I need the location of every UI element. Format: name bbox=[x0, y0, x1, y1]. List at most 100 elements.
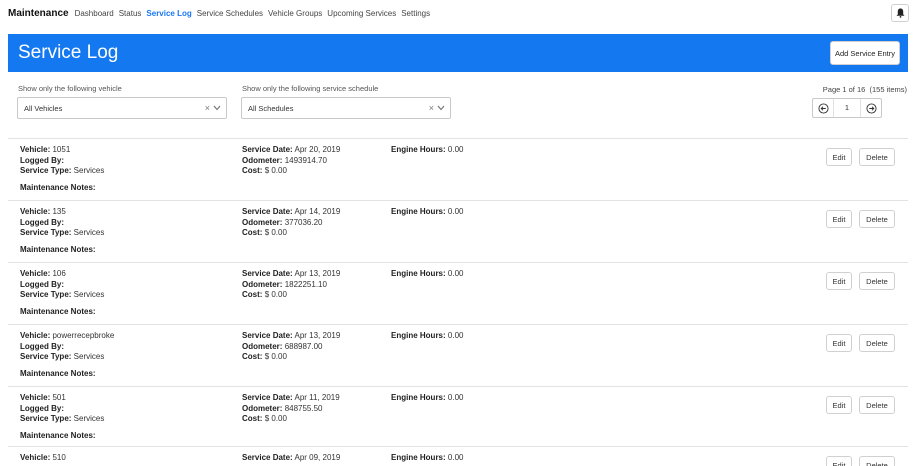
chevron-down-icon[interactable] bbox=[213, 105, 221, 111]
vehicle-label: Vehicle: bbox=[20, 393, 51, 402]
service-date-label: Service Date: bbox=[242, 145, 293, 154]
odometer-label: Odometer: bbox=[242, 217, 283, 227]
service-entry-row: Vehicle: 135 Logged By: Service Type: Se… bbox=[8, 200, 908, 262]
delete-button[interactable]: Delete bbox=[859, 334, 895, 352]
nav-upcoming-services[interactable]: Upcoming Services bbox=[327, 9, 396, 18]
top-nav: Maintenance Dashboard Status Service Log… bbox=[0, 0, 915, 26]
nav-settings[interactable]: Settings bbox=[401, 9, 430, 18]
odometer-label: Odometer: bbox=[242, 341, 283, 351]
engine-hours-label: Engine Hours: bbox=[391, 331, 446, 340]
clear-icon[interactable]: × bbox=[205, 103, 210, 113]
maintenance-notes-label: Maintenance Notes: bbox=[20, 245, 96, 254]
service-type-value: Services bbox=[73, 166, 105, 175]
chevron-down-icon[interactable] bbox=[437, 105, 445, 111]
service-type-value: Services bbox=[73, 228, 105, 237]
engine-hours-value: 0.00 bbox=[447, 269, 464, 278]
engine-hours-value: 0.00 bbox=[447, 331, 464, 340]
edit-button[interactable]: Edit bbox=[826, 456, 852, 466]
edit-button[interactable]: Edit bbox=[826, 148, 852, 166]
delete-button[interactable]: Delete bbox=[859, 148, 895, 166]
service-date-value: Apr 20, 2019 bbox=[294, 145, 341, 154]
odometer-value: 377036.20 bbox=[284, 217, 323, 227]
service-date-value: Apr 09, 2019 bbox=[294, 453, 341, 462]
service-type-value: Services bbox=[73, 352, 105, 361]
cost-label: Cost: bbox=[242, 290, 263, 299]
brand-title: Maintenance bbox=[8, 7, 69, 19]
service-entry-row: Vehicle: 106 Logged By: Service Type: Se… bbox=[8, 262, 908, 324]
engine-hours-label: Engine Hours: bbox=[391, 145, 446, 154]
pagination-summary: Page 1 of 16 (155 items) bbox=[823, 85, 907, 94]
odometer-label: Odometer: bbox=[242, 155, 283, 165]
odometer-value: 1822251.10 bbox=[284, 279, 327, 289]
logged-by-label: Logged By: bbox=[20, 279, 64, 289]
add-service-entry-button[interactable]: Add Service Entry bbox=[830, 41, 900, 65]
delete-button[interactable]: Delete bbox=[859, 456, 895, 466]
engine-hours-label: Engine Hours: bbox=[391, 393, 446, 402]
clear-icon[interactable]: × bbox=[429, 103, 434, 113]
page-title: Service Log bbox=[18, 42, 119, 63]
arrow-right-circle-icon bbox=[865, 102, 877, 114]
cost-value: $ 0.00 bbox=[264, 414, 287, 423]
schedule-filter-value: All Schedules bbox=[248, 103, 294, 113]
odometer-value: 688987.00 bbox=[284, 341, 323, 351]
engine-hours-value: 0.00 bbox=[447, 453, 464, 462]
nav-service-log[interactable]: Service Log bbox=[146, 9, 191, 18]
logged-by-label: Logged By: bbox=[20, 403, 64, 413]
nav-vehicle-groups[interactable]: Vehicle Groups bbox=[268, 9, 322, 18]
cost-label: Cost: bbox=[242, 166, 263, 175]
service-date-value: Apr 14, 2019 bbox=[294, 207, 341, 216]
service-entry-row: Vehicle: 510 Service Date: Apr 09, 2019 … bbox=[8, 446, 908, 466]
logged-by-label: Logged By: bbox=[20, 155, 64, 165]
engine-hours-value: 0.00 bbox=[447, 207, 464, 216]
maintenance-notes-label: Maintenance Notes: bbox=[20, 183, 96, 192]
engine-hours-value: 0.00 bbox=[447, 145, 464, 154]
odometer-label: Odometer: bbox=[242, 279, 283, 289]
service-entry-row: Vehicle: 501 Logged By: Service Type: Se… bbox=[8, 386, 908, 448]
maintenance-notes-label: Maintenance Notes: bbox=[20, 369, 96, 378]
service-date-value: Apr 13, 2019 bbox=[294, 269, 341, 278]
delete-button[interactable]: Delete bbox=[859, 396, 895, 414]
nav-status[interactable]: Status bbox=[119, 9, 142, 18]
vehicle-filter-select[interactable]: All Vehicles × bbox=[17, 97, 227, 119]
cost-value: $ 0.00 bbox=[264, 166, 287, 175]
notifications-button[interactable] bbox=[891, 4, 909, 22]
vehicle-label: Vehicle: bbox=[20, 207, 51, 216]
page-indicator: Page 1 of 16 bbox=[822, 85, 866, 94]
prev-page-button[interactable] bbox=[813, 99, 833, 117]
schedule-filter-select[interactable]: All Schedules × bbox=[241, 97, 451, 119]
cost-value: $ 0.00 bbox=[264, 228, 287, 237]
vehicle-value: 135 bbox=[52, 207, 66, 216]
service-type-value: Services bbox=[73, 414, 105, 423]
logged-by-label: Logged By: bbox=[20, 217, 64, 227]
current-page-input[interactable]: 1 bbox=[833, 99, 861, 117]
odometer-label: Odometer: bbox=[242, 403, 283, 413]
service-type-value: Services bbox=[73, 290, 105, 299]
edit-button[interactable]: Edit bbox=[826, 396, 852, 414]
vehicle-value: 510 bbox=[52, 453, 66, 462]
item-count: (155 items) bbox=[869, 85, 907, 94]
edit-button[interactable]: Edit bbox=[826, 210, 852, 228]
odometer-value: 1493914.70 bbox=[284, 155, 327, 165]
nav-dashboard[interactable]: Dashboard bbox=[75, 9, 114, 18]
delete-button[interactable]: Delete bbox=[859, 272, 895, 290]
nav-service-schedules[interactable]: Service Schedules bbox=[197, 9, 263, 18]
next-page-button[interactable] bbox=[861, 99, 881, 117]
engine-hours-label: Engine Hours: bbox=[391, 207, 446, 216]
engine-hours-label: Engine Hours: bbox=[391, 453, 446, 462]
vehicle-label: Vehicle: bbox=[20, 145, 51, 154]
maintenance-notes-label: Maintenance Notes: bbox=[20, 431, 96, 440]
vehicle-filter-label: Show only the following vehicle bbox=[18, 84, 122, 93]
maintenance-notes-label: Maintenance Notes: bbox=[20, 307, 96, 316]
service-type-label: Service Type: bbox=[20, 228, 72, 237]
engine-hours-value: 0.00 bbox=[447, 393, 464, 402]
schedule-filter-label: Show only the following service schedule bbox=[242, 84, 379, 93]
edit-button[interactable]: Edit bbox=[826, 272, 852, 290]
service-date-label: Service Date: bbox=[242, 269, 293, 278]
service-date-label: Service Date: bbox=[242, 331, 293, 340]
vehicle-label: Vehicle: bbox=[20, 269, 51, 278]
delete-button[interactable]: Delete bbox=[859, 210, 895, 228]
vehicle-value: 106 bbox=[52, 269, 66, 278]
page-header: Service Log Add Service Entry bbox=[8, 34, 908, 72]
engine-hours-label: Engine Hours: bbox=[391, 269, 446, 278]
edit-button[interactable]: Edit bbox=[826, 334, 852, 352]
